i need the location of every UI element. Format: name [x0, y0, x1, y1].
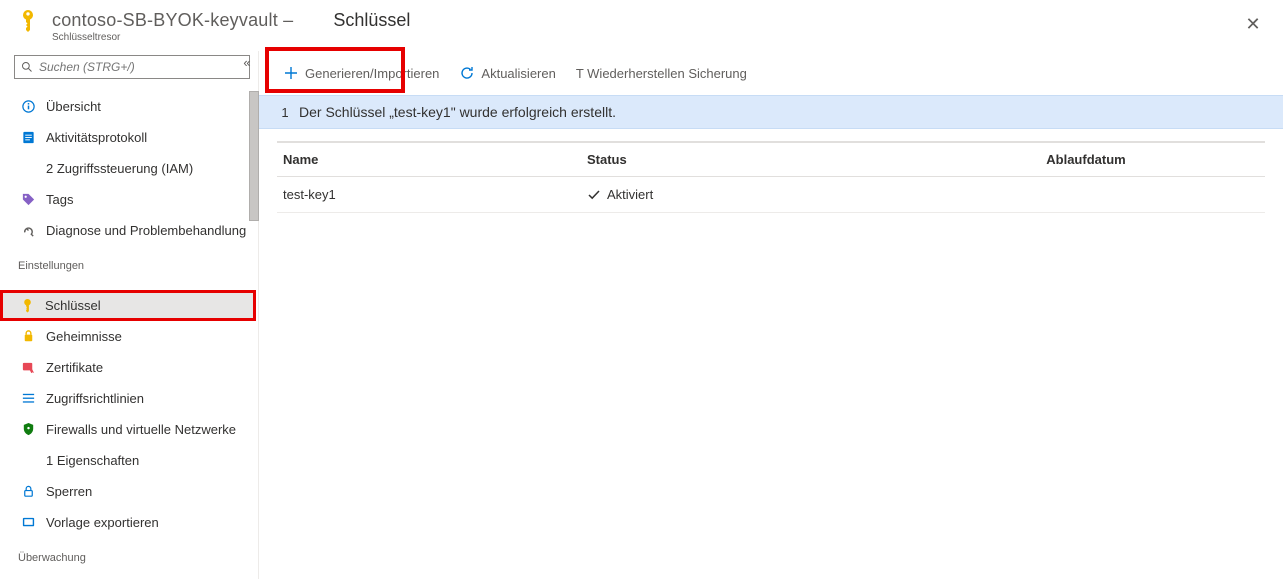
- plus-icon: [283, 65, 299, 81]
- sidebar-item-label: Diagnose und Problembehandlung: [46, 223, 246, 238]
- header: contoso-SB-BYOK-keyvault – Schlüsseltres…: [0, 0, 1283, 51]
- sidebar-item-tag[interactable]: Tags: [14, 184, 250, 215]
- toolbar: Generieren/Importieren Aktualisieren T W…: [259, 51, 1283, 95]
- sidebar-item-label: Aktivitätsprotokoll: [46, 130, 147, 145]
- breadcrumb[interactable]: contoso-SB-BYOK-keyvault –: [52, 10, 293, 31]
- fw-icon: [18, 422, 38, 437]
- sidebar-item-label: Geheimnisse: [46, 329, 122, 344]
- chevron-left-icon: «: [243, 55, 250, 70]
- close-button[interactable]: ✕: [1239, 10, 1267, 38]
- sidebar-item-secret[interactable]: Geheimnisse: [14, 321, 250, 352]
- sidebar-item-label: Sperren: [46, 484, 92, 499]
- key-icon: [17, 298, 37, 313]
- lock-icon: [18, 484, 38, 499]
- sidebar-item-info[interactable]: Übersicht: [14, 91, 250, 122]
- sidebar-group-settings: Einstellungen: [18, 260, 250, 272]
- policy-icon: [18, 391, 38, 406]
- refresh-label: Aktualisieren: [481, 66, 555, 81]
- refresh-icon: [459, 65, 475, 81]
- resource-type: Schlüsseltresor: [52, 32, 293, 43]
- search-input[interactable]: [39, 60, 243, 74]
- collapse-sidebar-button[interactable]: «: [238, 53, 256, 71]
- table-header: Name Status Ablaufdatum: [277, 141, 1265, 177]
- sidebar-item-export[interactable]: Vorlage exportieren: [14, 507, 250, 538]
- sidebar-item-label: Vorlage exportieren: [46, 515, 159, 530]
- refresh-button[interactable]: Aktualisieren: [451, 57, 563, 89]
- key-vault-icon: [16, 10, 40, 32]
- sidebar-item-cert[interactable]: Zertifikate: [14, 352, 250, 383]
- secret-icon: [18, 329, 38, 344]
- sidebar-item-fw[interactable]: Firewalls und virtuelle Netzwerke: [14, 414, 250, 445]
- sidebar-item-key[interactable]: Schlüssel: [0, 290, 256, 321]
- sidebar-item-diag[interactable]: Diagnose und Problembehandlung: [14, 215, 250, 246]
- sidebar: « Übersicht Aktivitätsprotokoll 2 Zugriffs…: [0, 51, 258, 579]
- sidebar-item-label: Zugriffsrichtlinien: [46, 391, 144, 406]
- sidebar-item-label: Übersicht: [46, 99, 101, 114]
- sidebar-item-label: 1 Eigenschaften: [46, 453, 139, 468]
- sidebar-item-policy[interactable]: Zugriffsrichtlinien: [14, 383, 250, 414]
- page-title: Schlüssel: [333, 10, 410, 31]
- search-icon: [21, 61, 33, 73]
- generate-import-label: Generieren/Importieren: [305, 66, 439, 81]
- notification-count: 1: [277, 105, 293, 120]
- sidebar-item-label: Zertifikate: [46, 360, 103, 375]
- table-row[interactable]: test-key1Aktiviert: [277, 177, 1265, 213]
- col-header-expiration[interactable]: Ablaufdatum: [907, 152, 1265, 167]
- restore-backup-button[interactable]: T Wiederherstellen Sicherung: [568, 57, 755, 89]
- sidebar-group-monitoring: Überwachung: [18, 552, 250, 564]
- restore-backup-label: T Wiederherstellen Sicherung: [576, 66, 747, 81]
- keys-table: Name Status Ablaufdatum test-key1Aktivie…: [259, 129, 1283, 213]
- sidebar-item-label: 2 Zugriffssteuerung (IAM): [46, 161, 193, 176]
- sidebar-item-label: Schlüssel: [45, 298, 101, 313]
- log-icon: [18, 130, 38, 145]
- sidebar-item-label: Firewalls und virtuelle Netzwerke: [46, 422, 236, 437]
- sidebar-search[interactable]: [14, 55, 250, 79]
- cell-status: Aktiviert: [587, 187, 907, 202]
- export-icon: [18, 515, 38, 530]
- close-icon: ✕: [1245, 14, 1260, 35]
- check-icon: [587, 188, 601, 202]
- diag-icon: [18, 223, 38, 238]
- success-notification: 1 Der Schlüssel „test-key1" wurde erfolg…: [259, 95, 1283, 129]
- sidebar-item-log[interactable]: Aktivitätsprotokoll: [14, 122, 250, 153]
- sidebar-item-label: Tags: [46, 192, 73, 207]
- sidebar-scrollbar[interactable]: [249, 91, 259, 221]
- sidebar-item-iam[interactable]: 2 Zugriffssteuerung (IAM): [14, 153, 250, 184]
- col-header-name[interactable]: Name: [277, 152, 587, 167]
- info-icon: [18, 99, 38, 114]
- col-header-status[interactable]: Status: [587, 152, 907, 167]
- cell-name: test-key1: [277, 187, 587, 202]
- notification-text: Der Schlüssel „test-key1" wurde erfolgre…: [299, 104, 616, 120]
- tag-icon: [18, 192, 38, 207]
- sidebar-item-props[interactable]: 1 Eigenschaften: [14, 445, 250, 476]
- cert-icon: [18, 360, 38, 375]
- generate-import-button[interactable]: Generieren/Importieren: [275, 57, 447, 89]
- sidebar-item-lock[interactable]: Sperren: [14, 476, 250, 507]
- main-panel: Generieren/Importieren Aktualisieren T W…: [258, 51, 1283, 579]
